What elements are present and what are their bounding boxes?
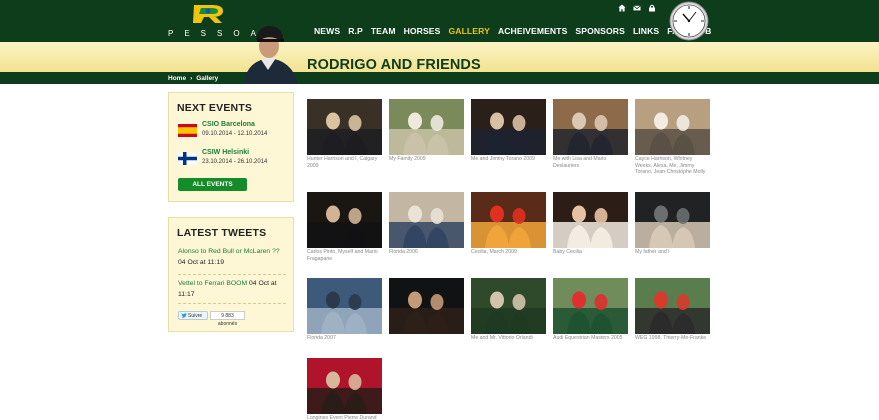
gallery-photo[interactable] — [307, 358, 382, 414]
gallery-caption: Longines Event Pierre Durand — [307, 415, 377, 420]
gallery-item[interactable]: Me and Mr. Vittorio Orlandi — [471, 278, 546, 342]
tweet-divider — [178, 303, 286, 304]
rider-photo — [244, 26, 298, 84]
gallery-photo[interactable] — [553, 192, 628, 248]
finland-flag-icon — [178, 152, 197, 165]
tweet-time: 04 Oct at 11:19 — [178, 258, 224, 266]
event-dates: 09.10.2014 - 12.10.2014 — [202, 131, 268, 137]
nav-gallery[interactable]: GALLERY — [448, 26, 489, 36]
latest-tweets-panel: LATEST TWEETS Alonso to Red Bull or McLa… — [168, 217, 294, 332]
breadcrumb-separator: › — [190, 74, 193, 82]
next-events-title: NEXT EVENTS — [177, 102, 253, 114]
gallery-item[interactable]: Carlos Pinto, Myself and Mario Fragapane — [307, 192, 382, 262]
gallery-photo[interactable] — [307, 99, 382, 155]
nav-rp[interactable]: R.P — [348, 26, 363, 36]
nav-links[interactable]: LINKS — [633, 26, 659, 36]
gallery-caption: Cayce Harrison, Whitney Weeks, Alexa, Me… — [635, 156, 706, 175]
gallery-photo[interactable] — [389, 99, 464, 155]
twitter-follow-button[interactable]: Suivre — [178, 311, 208, 320]
clock-icon — [669, 1, 709, 41]
gallery-photo[interactable] — [471, 278, 546, 334]
gallery-photo[interactable] — [471, 99, 546, 155]
gallery-photo[interactable] — [307, 192, 382, 248]
gallery-photo[interactable] — [389, 278, 464, 334]
pessoa-logo-icon[interactable] — [192, 2, 228, 24]
nav-achievements[interactable]: ACHEIVEMENTS — [498, 26, 567, 36]
gallery-caption: Carlos Pinto, Myself and Mario Fragapane — [307, 249, 378, 262]
gallery-item[interactable]: Me with Lisa and Mario Deslauriers — [553, 99, 628, 169]
gallery-caption: My Family 2009 — [389, 156, 426, 162]
gallery-item[interactable]: Cecilia, March 2009 — [471, 192, 546, 256]
event-item[interactable]: CSIO Barcelona 09.10.2014 - 12.10.2014 — [178, 121, 290, 141]
follower-count: 9 883 abonnés — [210, 311, 245, 327]
gallery-photo[interactable] — [307, 278, 382, 334]
gallery-photo[interactable] — [635, 192, 710, 248]
breadcrumb: Home › Gallery — [168, 72, 218, 84]
gallery-item[interactable]: My father and I — [635, 192, 710, 256]
all-events-button[interactable]: ALL EVENTS — [178, 178, 247, 191]
twitter-bird-icon — [181, 313, 187, 318]
gallery-caption: Baby Cecilia — [553, 249, 582, 255]
home-icon[interactable] — [618, 4, 626, 12]
login-icon[interactable] — [648, 4, 656, 12]
tweet-divider — [178, 274, 286, 275]
gallery-item[interactable]: Audi Equestrian Masters 2005 — [553, 278, 628, 342]
gallery-caption: Audi Equestrian Masters 2005 — [553, 335, 623, 341]
gallery-photo[interactable] — [553, 278, 628, 334]
mail-icon[interactable] — [633, 4, 641, 12]
breadcrumb-home[interactable]: Home — [168, 75, 186, 82]
gallery-item[interactable]: Baby Cecilia — [553, 192, 628, 256]
gallery-photo[interactable] — [635, 99, 710, 155]
tweet-link[interactable]: Vettel to Ferrari BOOM — [178, 280, 247, 287]
gallery-item[interactable]: Cayce Harrison, Whitney Weeks, Alexa, Me… — [635, 99, 710, 176]
gallery-photo[interactable] — [635, 278, 710, 334]
page-title: RODRIGO AND FRIENDS — [307, 57, 481, 73]
gallery-caption: Florida 2007 — [307, 335, 336, 341]
top-icons — [618, 4, 656, 12]
nav-horses[interactable]: HORSES — [404, 26, 441, 36]
gallery-item[interactable]: Longines Event Pierre Durand — [307, 358, 382, 420]
breadcrumb-current: Gallery — [196, 74, 219, 82]
gallery-item[interactable] — [389, 278, 464, 334]
gallery-caption: My father and I — [635, 249, 670, 255]
gallery-item[interactable]: Florida 2006 — [389, 192, 464, 256]
tweet-item: Vettel to Ferrari BOOM 04 Oct at 11:17 — [178, 279, 286, 300]
gallery-caption: Hunter Harrison and I, Calgary 2009 — [307, 156, 378, 169]
breadcrumb-bar — [0, 72, 879, 84]
spain-flag-icon — [178, 124, 197, 137]
latest-tweets-title: LATEST TWEETS — [177, 227, 267, 239]
tweet-link[interactable]: Alonso to Red Bull or McLaren ?? — [178, 248, 280, 255]
next-events-panel: NEXT EVENTS CSIO Barcelona 09.10.2014 - … — [168, 92, 294, 202]
nav-sponsors[interactable]: SPONSORS — [575, 26, 625, 36]
gallery-caption: Florida 2006 — [389, 249, 418, 255]
gallery-caption: WEG 1998, Thierry-Me-Franke — [635, 335, 707, 341]
gallery-item[interactable]: Florida 2007 — [307, 278, 382, 342]
tweet-item: Alonso to Red Bull or McLaren ?? 04 Oct … — [178, 247, 286, 268]
event-dates: 23.10.2014 - 26.10.2014 — [202, 159, 268, 165]
gallery-item[interactable]: Me and Jimmy Torano 2009 — [471, 99, 546, 163]
gallery-item[interactable]: WEG 1998, Thierry-Me-Franke — [635, 278, 710, 342]
nav-news[interactable]: NEWS — [314, 26, 340, 36]
main-nav: NEWS R.P TEAM HORSES GALLERY ACHEIVEMENT… — [314, 26, 711, 36]
gallery-caption: Cecilia, March 2009 — [471, 249, 517, 255]
gallery-photo[interactable] — [389, 192, 464, 248]
gallery-item[interactable]: Hunter Harrison and I, Calgary 2009 — [307, 99, 382, 169]
event-item[interactable]: CSIW Helsinki 23.10.2014 - 26.10.2014 — [178, 149, 290, 169]
gallery-caption: Me and Jimmy Torano 2009 — [471, 156, 535, 162]
gallery-item[interactable]: My Family 2009 — [389, 99, 464, 163]
gallery-caption: Me and Mr. Vittorio Orlandi — [471, 335, 533, 341]
gallery-caption: Me with Lisa and Mario Deslauriers — [553, 156, 607, 169]
nav-team[interactable]: TEAM — [371, 26, 396, 36]
gallery-photo[interactable] — [553, 99, 628, 155]
follow-label: Suivre — [188, 313, 203, 319]
event-name[interactable]: CSIO Barcelona — [202, 121, 255, 128]
gallery-photo[interactable] — [471, 192, 546, 248]
event-name[interactable]: CSIW Helsinki — [202, 149, 249, 156]
